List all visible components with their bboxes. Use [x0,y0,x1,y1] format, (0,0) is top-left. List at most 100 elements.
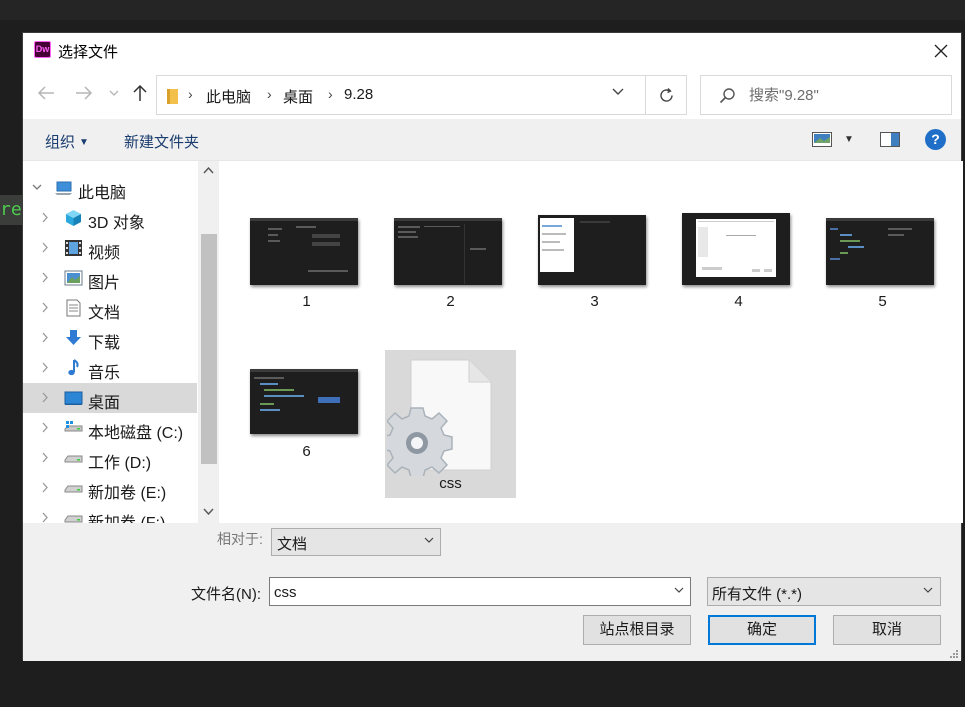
image-thumbnail [538,215,646,285]
address-dropdown-chevron-icon[interactable] [612,88,624,96]
drive-icon [64,455,83,463]
file-item[interactable]: 6 [241,350,372,498]
chevron-right-icon[interactable] [42,272,49,283]
tree-item-drive-d[interactable]: 工作 (D:) [23,443,197,473]
breadcrumb-separator-icon: › [328,86,333,102]
editor-code-fragment: re [0,195,22,225]
back-arrow-icon[interactable] [37,85,55,101]
caret-down-icon: ▼ [79,137,89,148]
bottom-panel: 相对于: 文档 文件名(N): 所有文件 (*.*) 站点根目录 确定 取消 [23,523,961,661]
tree-label: 下载 [88,335,121,352]
ok-button[interactable]: 确定 [708,615,816,645]
chevron-right-icon[interactable] [42,242,49,253]
file-item[interactable]: 1 [241,201,372,349]
navigation-pane: 此电脑 3D 对象 视频 图片 文档 下载 音乐 桌面 本地磁盘 (C:) 工作… [23,161,219,523]
chevron-right-icon[interactable] [42,482,49,493]
recent-locations-chevron-icon[interactable] [109,90,119,97]
tree-item-videos[interactable]: 视频 [23,233,197,263]
dialog-title: 选择文件 [58,44,119,61]
search-icon [719,88,735,104]
organize-menu-button[interactable]: 组织 ▼ [45,131,89,152]
help-button[interactable]: ? [925,129,946,150]
filename-combobox[interactable] [269,577,691,606]
image-thumbnail [250,218,358,285]
tree-item-desktop[interactable]: 桌面 [23,383,197,413]
address-bar[interactable]: › 此电脑 › 桌面 › 9.28 [156,75,687,115]
relative-to-label: 相对于: [217,531,263,547]
preview-pane-icon[interactable] [880,132,900,147]
new-folder-button[interactable]: 新建文件夹 [124,131,199,152]
drive-c-icon [64,421,83,432]
breadcrumb-current-folder[interactable]: 9.28 [344,86,373,103]
cancel-button[interactable]: 取消 [833,615,941,645]
chevron-right-icon[interactable] [42,422,49,433]
chevron-right-icon[interactable] [42,512,49,523]
editor-gutter [0,20,22,707]
tree-item-drive-c[interactable]: 本地磁盘 (C:) [23,413,197,443]
chevron-right-icon[interactable] [42,452,49,463]
tree-item-downloads[interactable]: 下载 [23,323,197,353]
tree-label: 本地磁盘 (C:) [88,425,184,442]
file-item-selected[interactable]: css [385,350,516,498]
filename-input[interactable] [274,582,664,602]
file-name: 6 [302,443,311,460]
3d-objects-icon [66,210,81,226]
desktop-icon [64,391,83,405]
tree-item-3d-objects[interactable]: 3D 对象 [23,203,197,233]
tree-label: 音乐 [88,365,121,382]
dreamweaver-app-icon: Dw [34,41,51,58]
tree-item-drive-e[interactable]: 新加卷 (E:) [23,473,197,503]
refresh-button[interactable] [645,76,687,114]
chevron-right-icon[interactable] [42,302,49,313]
change-view-icon[interactable] [812,132,832,147]
tree-label: 桌面 [88,395,121,412]
breadcrumb-separator-icon: › [188,86,193,102]
chevron-right-icon[interactable] [42,362,49,373]
drive-icon [64,485,83,493]
tree-label: 图片 [88,275,121,292]
command-toolbar: 组织 ▼ 新建文件夹 ▼ ? [23,119,961,161]
tree-item-documents[interactable]: 文档 [23,293,197,323]
tree-item-music[interactable]: 音乐 [23,353,197,383]
breadcrumb-desktop[interactable]: 桌面 [283,86,313,107]
file-item[interactable]: 4 [673,201,804,349]
file-item[interactable]: 3 [529,201,660,349]
scroll-down-icon[interactable] [203,508,214,515]
folder-icon [167,89,178,104]
file-item[interactable]: 5 [817,201,948,349]
up-arrow-icon[interactable] [133,84,147,102]
file-name: 2 [446,293,455,310]
chevron-right-icon[interactable] [42,212,49,223]
file-name: 5 [878,293,887,310]
scroll-up-icon[interactable] [203,167,214,174]
file-type-value: 所有文件 (*.*) [712,586,803,603]
tree-item-this-pc[interactable]: 此电脑 [23,173,197,203]
tree-item-drive-f[interactable]: 新加卷 (F:) [23,503,197,523]
search-box[interactable] [700,75,952,115]
image-thumbnail [394,218,502,285]
resize-grip-icon[interactable] [949,649,959,659]
relative-to-select[interactable]: 文档 [271,528,441,556]
file-item[interactable]: 2 [385,201,516,349]
tree-label: 此电脑 [78,185,127,202]
tree-item-pictures[interactable]: 图片 [23,263,197,293]
chevron-right-icon[interactable] [42,392,49,403]
chevron-down-icon[interactable] [674,587,684,594]
music-icon [68,359,79,376]
breadcrumb-this-pc[interactable]: 此电脑 [206,86,251,107]
computer-icon [55,181,72,195]
organize-label: 组织 [45,134,76,151]
site-root-button[interactable]: 站点根目录 [583,615,691,645]
chevron-right-icon[interactable] [42,332,49,343]
close-button[interactable] [921,33,961,69]
close-icon [934,44,948,58]
sidebar-scrollbar-thumb[interactable] [201,234,217,464]
file-type-select[interactable]: 所有文件 (*.*) [707,577,941,606]
file-dialog: Dw 选择文件 › 此电脑 › 桌面 › 9.28 搜索"9.28" 组织 ▼ … [22,32,963,661]
search-input[interactable] [749,84,939,106]
file-name: 4 [734,293,743,310]
forward-arrow-icon[interactable] [75,85,93,101]
file-name: css [439,475,462,492]
chevron-down-icon[interactable] [32,184,42,191]
view-options-caret-icon[interactable]: ▼ [844,134,854,145]
